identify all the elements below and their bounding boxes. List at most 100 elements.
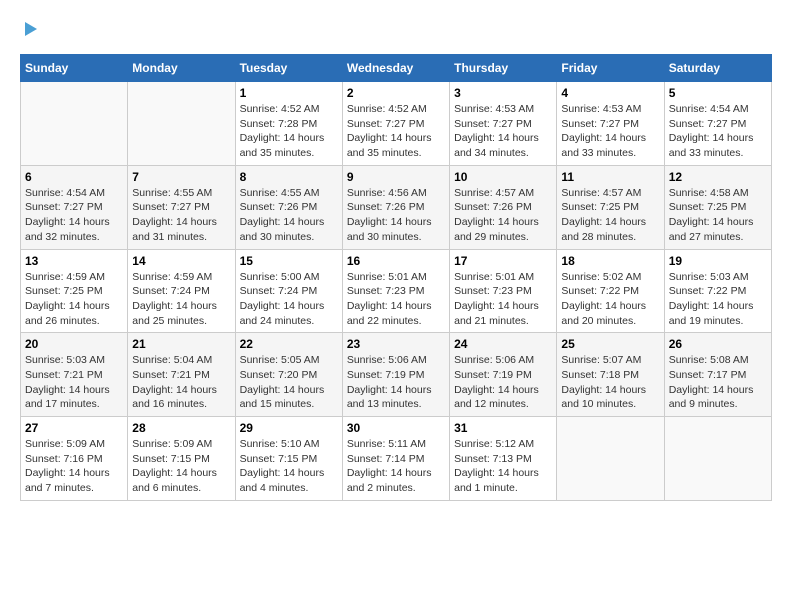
day-number: 27 bbox=[25, 421, 123, 435]
daylight-text: Daylight: 14 hours and 35 minutes. bbox=[347, 132, 432, 159]
sunrise-text: Sunrise: 4:54 AM bbox=[669, 103, 749, 115]
daylight-text: Daylight: 14 hours and 12 minutes. bbox=[454, 384, 539, 411]
logo-arrow-icon bbox=[21, 20, 39, 38]
daylight-text: Daylight: 14 hours and 4 minutes. bbox=[240, 467, 325, 494]
sunrise-text: Sunrise: 4:55 AM bbox=[132, 187, 212, 199]
day-number: 20 bbox=[25, 337, 123, 351]
sunset-text: Sunset: 7:13 PM bbox=[454, 453, 532, 465]
calendar-day-cell: 19 Sunrise: 5:03 AM Sunset: 7:22 PM Dayl… bbox=[664, 249, 771, 333]
calendar-day-cell: 5 Sunrise: 4:54 AM Sunset: 7:27 PM Dayli… bbox=[664, 82, 771, 166]
calendar-day-cell: 27 Sunrise: 5:09 AM Sunset: 7:16 PM Dayl… bbox=[21, 417, 128, 501]
day-number: 11 bbox=[561, 170, 659, 184]
day-number: 17 bbox=[454, 254, 552, 268]
day-number: 28 bbox=[132, 421, 230, 435]
calendar-day-cell: 30 Sunrise: 5:11 AM Sunset: 7:14 PM Dayl… bbox=[342, 417, 449, 501]
calendar-day-cell: 18 Sunrise: 5:02 AM Sunset: 7:22 PM Dayl… bbox=[557, 249, 664, 333]
sunset-text: Sunset: 7:19 PM bbox=[347, 369, 425, 381]
daylight-text: Daylight: 14 hours and 28 minutes. bbox=[561, 216, 646, 243]
sunset-text: Sunset: 7:26 PM bbox=[454, 201, 532, 213]
sunset-text: Sunset: 7:15 PM bbox=[240, 453, 318, 465]
calendar-week-row: 20 Sunrise: 5:03 AM Sunset: 7:21 PM Dayl… bbox=[21, 333, 772, 417]
sunrise-text: Sunrise: 5:02 AM bbox=[561, 271, 641, 283]
day-number: 2 bbox=[347, 86, 445, 100]
sunset-text: Sunset: 7:28 PM bbox=[240, 118, 318, 130]
day-of-week-header: Monday bbox=[128, 55, 235, 82]
calendar-day-cell bbox=[21, 82, 128, 166]
sunset-text: Sunset: 7:27 PM bbox=[669, 118, 747, 130]
sunset-text: Sunset: 7:25 PM bbox=[561, 201, 639, 213]
sunrise-text: Sunrise: 4:52 AM bbox=[240, 103, 320, 115]
day-number: 5 bbox=[669, 86, 767, 100]
daylight-text: Daylight: 14 hours and 13 minutes. bbox=[347, 384, 432, 411]
sunrise-text: Sunrise: 5:01 AM bbox=[454, 271, 534, 283]
day-number: 18 bbox=[561, 254, 659, 268]
calendar-day-cell: 1 Sunrise: 4:52 AM Sunset: 7:28 PM Dayli… bbox=[235, 82, 342, 166]
sunrise-text: Sunrise: 5:01 AM bbox=[347, 271, 427, 283]
sunrise-text: Sunrise: 5:10 AM bbox=[240, 438, 320, 450]
sunset-text: Sunset: 7:18 PM bbox=[561, 369, 639, 381]
day-number: 15 bbox=[240, 254, 338, 268]
calendar-day-cell: 2 Sunrise: 4:52 AM Sunset: 7:27 PM Dayli… bbox=[342, 82, 449, 166]
logo bbox=[20, 20, 40, 38]
calendar-day-cell bbox=[557, 417, 664, 501]
day-number: 8 bbox=[240, 170, 338, 184]
sunrise-text: Sunrise: 4:54 AM bbox=[25, 187, 105, 199]
day-of-week-header: Saturday bbox=[664, 55, 771, 82]
daylight-text: Daylight: 14 hours and 31 minutes. bbox=[132, 216, 217, 243]
calendar-day-cell: 17 Sunrise: 5:01 AM Sunset: 7:23 PM Dayl… bbox=[450, 249, 557, 333]
calendar-day-cell: 8 Sunrise: 4:55 AM Sunset: 7:26 PM Dayli… bbox=[235, 165, 342, 249]
calendar-day-cell bbox=[664, 417, 771, 501]
sunset-text: Sunset: 7:27 PM bbox=[454, 118, 532, 130]
daylight-text: Daylight: 14 hours and 16 minutes. bbox=[132, 384, 217, 411]
sunrise-text: Sunrise: 5:06 AM bbox=[454, 354, 534, 366]
day-of-week-header: Tuesday bbox=[235, 55, 342, 82]
calendar-day-cell: 15 Sunrise: 5:00 AM Sunset: 7:24 PM Dayl… bbox=[235, 249, 342, 333]
sunset-text: Sunset: 7:27 PM bbox=[25, 201, 103, 213]
sunrise-text: Sunrise: 5:11 AM bbox=[347, 438, 426, 450]
sunrise-text: Sunrise: 5:07 AM bbox=[561, 354, 641, 366]
calendar-day-cell: 11 Sunrise: 4:57 AM Sunset: 7:25 PM Dayl… bbox=[557, 165, 664, 249]
daylight-text: Daylight: 14 hours and 29 minutes. bbox=[454, 216, 539, 243]
sunset-text: Sunset: 7:21 PM bbox=[132, 369, 210, 381]
calendar-day-cell: 28 Sunrise: 5:09 AM Sunset: 7:15 PM Dayl… bbox=[128, 417, 235, 501]
calendar-day-cell: 23 Sunrise: 5:06 AM Sunset: 7:19 PM Dayl… bbox=[342, 333, 449, 417]
sunset-text: Sunset: 7:22 PM bbox=[669, 285, 747, 297]
daylight-text: Daylight: 14 hours and 1 minute. bbox=[454, 467, 539, 494]
sunrise-text: Sunrise: 4:57 AM bbox=[561, 187, 641, 199]
day-number: 6 bbox=[25, 170, 123, 184]
sunset-text: Sunset: 7:14 PM bbox=[347, 453, 425, 465]
day-of-week-header: Friday bbox=[557, 55, 664, 82]
calendar-day-cell: 25 Sunrise: 5:07 AM Sunset: 7:18 PM Dayl… bbox=[557, 333, 664, 417]
calendar-day-cell: 10 Sunrise: 4:57 AM Sunset: 7:26 PM Dayl… bbox=[450, 165, 557, 249]
day-number: 4 bbox=[561, 86, 659, 100]
sunrise-text: Sunrise: 4:56 AM bbox=[347, 187, 427, 199]
calendar-day-cell: 24 Sunrise: 5:06 AM Sunset: 7:19 PM Dayl… bbox=[450, 333, 557, 417]
day-number: 9 bbox=[347, 170, 445, 184]
calendar-day-cell bbox=[128, 82, 235, 166]
day-number: 16 bbox=[347, 254, 445, 268]
calendar-week-row: 13 Sunrise: 4:59 AM Sunset: 7:25 PM Dayl… bbox=[21, 249, 772, 333]
sunset-text: Sunset: 7:25 PM bbox=[669, 201, 747, 213]
day-of-week-header: Wednesday bbox=[342, 55, 449, 82]
sunrise-text: Sunrise: 5:08 AM bbox=[669, 354, 749, 366]
daylight-text: Daylight: 14 hours and 26 minutes. bbox=[25, 300, 110, 327]
calendar-week-row: 1 Sunrise: 4:52 AM Sunset: 7:28 PM Dayli… bbox=[21, 82, 772, 166]
sunrise-text: Sunrise: 5:05 AM bbox=[240, 354, 320, 366]
sunrise-text: Sunrise: 5:04 AM bbox=[132, 354, 212, 366]
daylight-text: Daylight: 14 hours and 33 minutes. bbox=[561, 132, 646, 159]
daylight-text: Daylight: 14 hours and 2 minutes. bbox=[347, 467, 432, 494]
day-number: 10 bbox=[454, 170, 552, 184]
daylight-text: Daylight: 14 hours and 24 minutes. bbox=[240, 300, 325, 327]
sunrise-text: Sunrise: 4:58 AM bbox=[669, 187, 749, 199]
sunset-text: Sunset: 7:27 PM bbox=[347, 118, 425, 130]
sunset-text: Sunset: 7:22 PM bbox=[561, 285, 639, 297]
daylight-text: Daylight: 14 hours and 9 minutes. bbox=[669, 384, 754, 411]
calendar-day-cell: 31 Sunrise: 5:12 AM Sunset: 7:13 PM Dayl… bbox=[450, 417, 557, 501]
sunrise-text: Sunrise: 5:06 AM bbox=[347, 354, 427, 366]
day-number: 13 bbox=[25, 254, 123, 268]
calendar-day-cell: 13 Sunrise: 4:59 AM Sunset: 7:25 PM Dayl… bbox=[21, 249, 128, 333]
day-number: 22 bbox=[240, 337, 338, 351]
calendar-day-cell: 29 Sunrise: 5:10 AM Sunset: 7:15 PM Dayl… bbox=[235, 417, 342, 501]
sunrise-text: Sunrise: 5:09 AM bbox=[132, 438, 212, 450]
day-of-week-header: Thursday bbox=[450, 55, 557, 82]
